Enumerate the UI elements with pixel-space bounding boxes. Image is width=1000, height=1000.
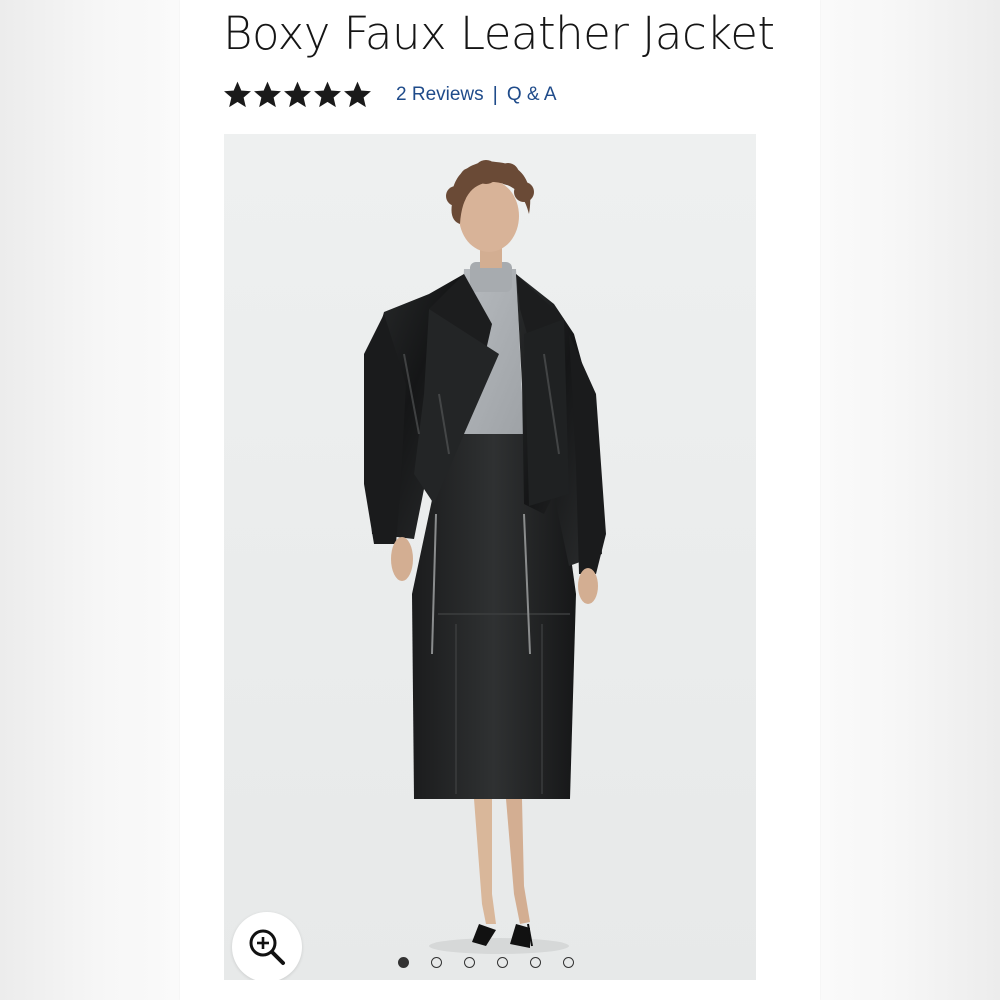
star-icon <box>224 81 251 108</box>
review-links: 2 Reviews | Q & A <box>396 84 557 107</box>
product-photo <box>224 134 756 980</box>
product-image-carousel[interactable] <box>224 134 756 980</box>
star-icon <box>284 81 311 108</box>
background-left <box>0 0 180 1000</box>
star-rating[interactable] <box>223 81 372 109</box>
star-icon <box>254 81 281 108</box>
zoom-button[interactable] <box>232 912 302 980</box>
product-panel: Boxy Faux Leather Jacket 2 Reviews | Q &… <box>180 0 820 1000</box>
star-icon <box>314 81 341 108</box>
carousel-pagination <box>398 957 574 968</box>
pagination-dot[interactable] <box>398 957 409 968</box>
pagination-dot[interactable] <box>464 957 475 968</box>
zoom-in-icon <box>249 929 285 965</box>
reviews-link[interactable]: 2 Reviews <box>396 84 484 106</box>
pagination-dot[interactable] <box>497 957 508 968</box>
pagination-dot[interactable] <box>530 957 541 968</box>
background-right <box>820 0 1000 1000</box>
product-title: Boxy Faux Leather Jacket <box>223 7 775 60</box>
qa-link[interactable]: Q & A <box>507 84 557 106</box>
pagination-dot[interactable] <box>563 957 574 968</box>
pagination-dot[interactable] <box>431 957 442 968</box>
rating-row: 2 Reviews | Q & A <box>223 78 557 112</box>
link-separator: | <box>492 83 498 106</box>
star-icon <box>344 81 371 108</box>
